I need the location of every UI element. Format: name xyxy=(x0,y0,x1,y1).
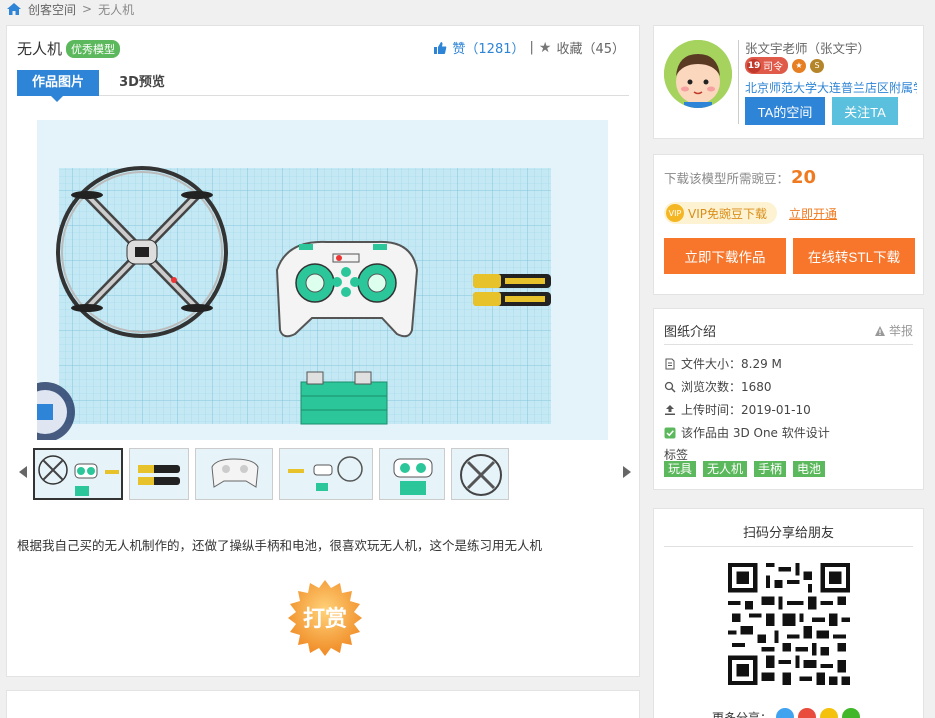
like-favorite-bar: 赞（1281） | ★ 收藏（45） xyxy=(433,38,625,57)
required-beans-label: 下载该模型所需豌豆： xyxy=(664,171,790,186)
views-row: 浏览次数：1680 xyxy=(664,378,772,395)
wechat-share-icon[interactable] xyxy=(842,708,861,718)
ta-space-button[interactable]: TA的空间 xyxy=(745,97,825,125)
comments-card xyxy=(6,690,640,718)
warning-icon xyxy=(874,325,885,336)
report-button[interactable]: 举报 xyxy=(874,322,913,339)
upload-time: 上传时间：2019-01-10 xyxy=(681,403,811,417)
qzone-share-icon[interactable] xyxy=(820,708,839,718)
author-card: 张文宇老师（张文宇） 19 司令 ★ S 北京师范大学大连普兰店区附属学校 TA… xyxy=(653,25,924,139)
excellent-badge: 优秀模型 xyxy=(66,39,121,58)
author-divider xyxy=(738,40,739,124)
qr-code xyxy=(728,563,850,685)
tab-images[interactable]: 作品图片 xyxy=(17,70,99,102)
more-share: 更多分享： xyxy=(712,708,861,718)
report-label: 举报 xyxy=(888,324,913,338)
thumbnail-6[interactable] xyxy=(451,448,509,500)
level-badge: 19 司令 xyxy=(745,57,788,74)
title-row: 无人机 优秀模型 xyxy=(17,38,121,59)
download-card: 下载该模型所需豌豆： 20 VIP VIP免豌豆下载 立即开通 立即下载作品 在… xyxy=(653,154,924,295)
breadcrumb: 创客空间 > 无人机 xyxy=(6,0,134,18)
level-title: 司令 xyxy=(763,62,783,73)
home-icon[interactable] xyxy=(6,2,22,16)
author-name[interactable]: 张文宇老师（张文宇） xyxy=(745,38,870,57)
download-button[interactable]: 立即下载作品 xyxy=(664,238,786,274)
star-icon[interactable]: ★ xyxy=(539,40,552,56)
vip-activate-link[interactable]: 立即开通 xyxy=(789,205,837,222)
share-divider xyxy=(664,546,913,547)
upload-icon xyxy=(665,404,675,415)
level-number: 19 xyxy=(747,58,761,73)
preview-scene xyxy=(37,166,551,440)
thumbnail-3[interactable] xyxy=(195,448,273,500)
file-icon xyxy=(665,358,675,369)
breadcrumb-separator: > xyxy=(82,2,93,16)
required-beans-value: 20 xyxy=(791,167,817,188)
reward-badge-icon: 打赏 xyxy=(288,580,362,656)
info-title: 图纸介绍 xyxy=(664,325,717,340)
follow-button[interactable]: 关注TA xyxy=(832,97,898,125)
breadcrumb-current: 无人机 xyxy=(98,2,135,17)
vip-free-text: VIP免豌豆下载 xyxy=(688,206,767,221)
drawing-info-card: 图纸介绍 举报 文件大小：8.29 M 浏览次数：1680 上传时间：2019-… xyxy=(653,308,924,490)
breadcrumb-home-link[interactable]: 创客空间 xyxy=(28,1,76,18)
upload-time-row: 上传时间：2019-01-10 xyxy=(664,401,811,418)
thumbnail-1[interactable] xyxy=(33,448,123,500)
stl-download-button[interactable]: 在线转STL下载 xyxy=(793,238,915,274)
gallery-prev-icon[interactable] xyxy=(19,466,27,478)
favorite-button[interactable]: 收藏（45） xyxy=(556,38,625,57)
author-badges: 19 司令 ★ S xyxy=(745,57,824,74)
reward-label: 打赏 xyxy=(303,607,347,632)
file-size: 文件大小：8.29 M xyxy=(681,357,782,371)
software-text: 该作品由 3D One 软件设计 xyxy=(681,426,830,440)
tag-controller[interactable]: 手柄 xyxy=(754,461,787,477)
reward-button[interactable]: 打赏 xyxy=(285,578,365,658)
thumbnail-2[interactable] xyxy=(129,448,189,500)
like-divider: | xyxy=(529,40,534,55)
avatar[interactable] xyxy=(664,40,732,108)
model-description: 根据我自己买的无人机制作的，还做了操纵手柄和电池，很喜欢玩无人机，这个是练习用无… xyxy=(17,538,543,553)
thumbnail-4[interactable] xyxy=(279,448,373,500)
tag-drone[interactable]: 无人机 xyxy=(703,461,748,477)
tag-battery[interactable]: 电池 xyxy=(793,461,826,477)
tag-toy[interactable]: 玩具 xyxy=(664,461,697,477)
medal-icon: ★ xyxy=(792,58,806,73)
model-detail-card: 无人机 优秀模型 赞（1281） | ★ 收藏（45） 作品图片 3D预览 根据… xyxy=(6,25,640,677)
thumbnail-gallery xyxy=(15,448,635,502)
qq-share-icon[interactable] xyxy=(776,708,795,718)
tab-bar: 作品图片 3D预览 xyxy=(17,70,629,102)
tab-3d-preview[interactable]: 3D预览 xyxy=(117,70,167,96)
vip-icon: VIP xyxy=(666,204,684,222)
info-divider xyxy=(664,344,913,345)
more-share-label: 更多分享： xyxy=(712,710,773,718)
main-preview-image[interactable] xyxy=(37,120,608,440)
thumbnail-5[interactable] xyxy=(379,448,445,500)
required-beans: 下载该模型所需豌豆： 20 xyxy=(664,167,816,188)
vip-row: VIP VIP免豌豆下载 立即开通 xyxy=(664,202,837,224)
view-count: 浏览次数：1680 xyxy=(681,380,772,394)
share-card: 扫码分享给朋友 更多分享： xyxy=(653,508,924,718)
views-icon xyxy=(664,381,676,393)
vip-free-download[interactable]: VIP VIP免豌豆下载 xyxy=(664,202,777,224)
software-row: 该作品由 3D One 软件设计 xyxy=(664,424,830,441)
thumbs-up-icon[interactable] xyxy=(433,41,447,55)
gallery-next-icon[interactable] xyxy=(623,466,631,478)
weibo-share-icon[interactable] xyxy=(798,708,817,718)
file-size-row: 文件大小：8.29 M xyxy=(664,355,782,372)
svip-icon: S xyxy=(810,58,824,73)
share-title: 扫码分享给朋友 xyxy=(742,526,834,541)
like-button[interactable]: 赞（1281） xyxy=(452,38,524,57)
page-title: 无人机 xyxy=(17,40,63,58)
tag-list: 玩具 无人机 手柄 电池 xyxy=(664,461,826,477)
author-school: 北京师范大学大连普兰店区附属学校 xyxy=(745,81,917,95)
software-icon xyxy=(664,427,676,438)
